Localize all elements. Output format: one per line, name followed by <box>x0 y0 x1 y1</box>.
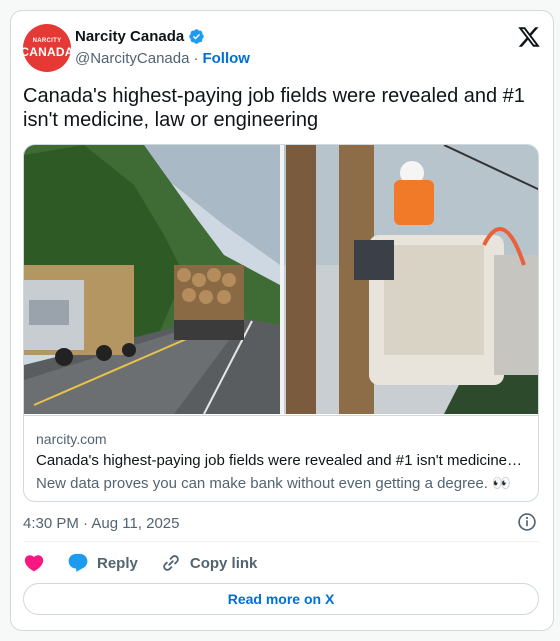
divider <box>23 541 539 542</box>
verified-badge-icon <box>189 29 204 44</box>
author-handle-row: @NarcityCanada · Follow <box>75 50 250 67</box>
separator-dot: · <box>193 50 199 67</box>
author-name[interactable]: Narcity Canada <box>75 28 184 45</box>
link-domain: narcity.com <box>36 431 107 447</box>
author-handle[interactable]: @NarcityCanada <box>75 50 189 67</box>
read-more-button[interactable]: Read more on X <box>23 583 539 615</box>
heart-icon <box>24 555 44 572</box>
avatar-logo-line2: CANADA <box>20 45 74 59</box>
follow-button[interactable]: Follow <box>202 50 250 67</box>
link-title: Canada's highest-paying job fields were … <box>36 452 523 469</box>
link-preview-card[interactable]: narcity.com Canada's highest-paying job … <box>23 144 539 502</box>
link-description: New data proves you can make bank withou… <box>36 475 511 492</box>
avatar[interactable]: NARCITY CANADA <box>20 24 74 72</box>
reply-button[interactable]: Reply <box>67 552 138 574</box>
info-icon[interactable] <box>517 512 537 532</box>
reply-bubble-icon <box>68 553 88 572</box>
reply-label: Reply <box>97 554 138 572</box>
x-logo-icon[interactable] <box>517 25 541 49</box>
author-name-row: Narcity Canada <box>75 28 205 45</box>
avatar-logo-line1: NARCITY <box>32 38 62 44</box>
tweet-actions: Reply Copy link <box>23 552 279 574</box>
like-button[interactable] <box>23 552 45 574</box>
copy-link-label: Copy link <box>189 554 258 572</box>
link-preview-meta: narcity.com Canada's highest-paying job … <box>24 415 538 501</box>
link-icon <box>163 555 179 571</box>
tweet-timestamp[interactable]: 4:30 PM · Aug 11, 2025 <box>23 515 180 532</box>
article-thumbnail-image <box>24 145 538 414</box>
tweet-text: Canada's highest-paying job fields were … <box>23 85 525 131</box>
copy-link-button[interactable]: Copy link <box>160 552 258 574</box>
tweet-embed-card: NARCITY CANADA Narcity Canada @NarcityCa… <box>10 10 554 631</box>
